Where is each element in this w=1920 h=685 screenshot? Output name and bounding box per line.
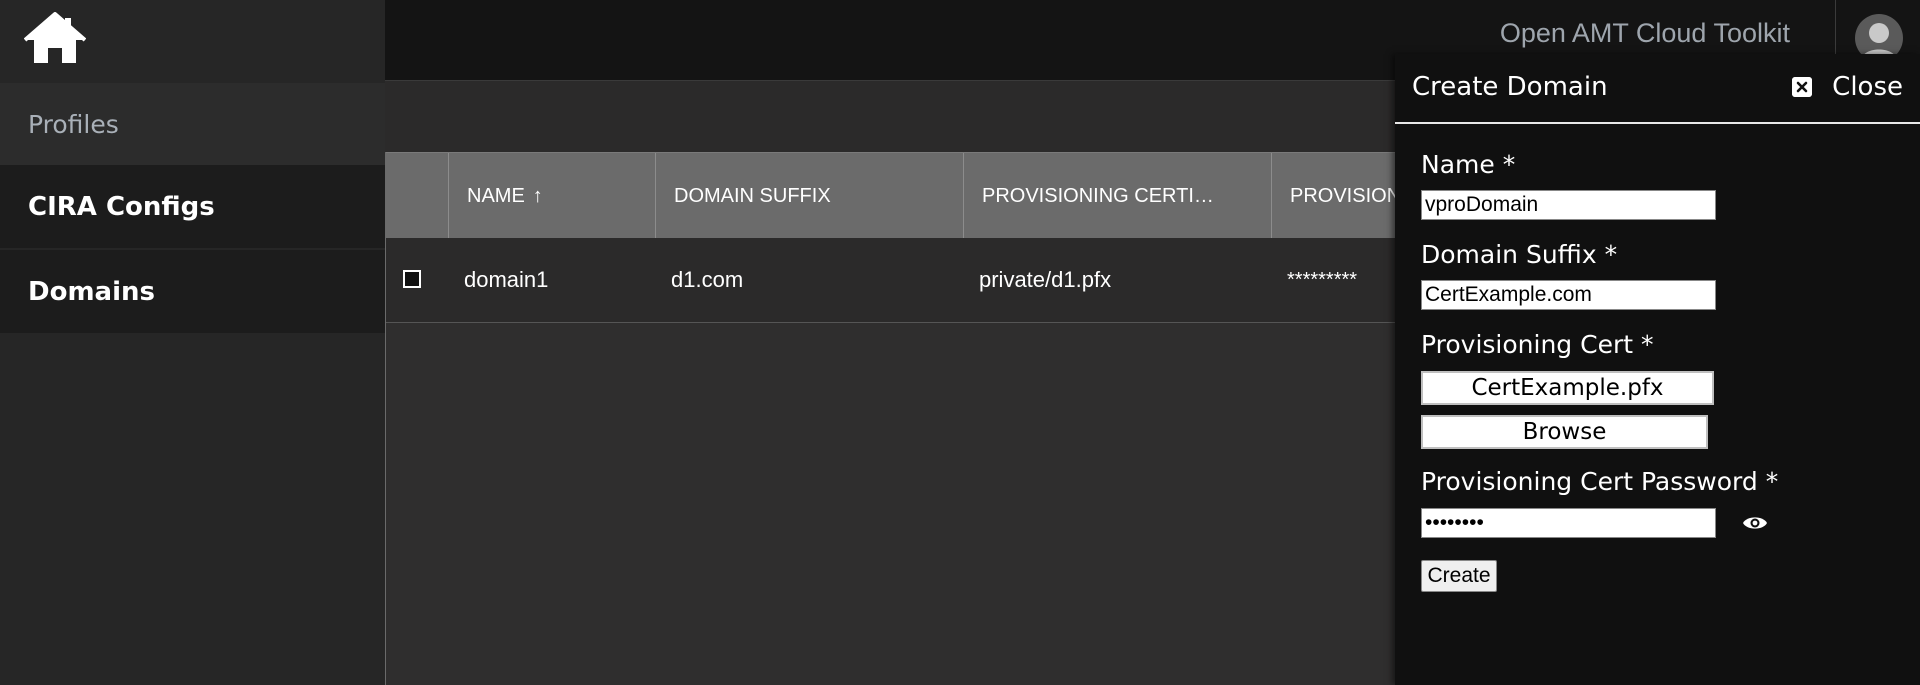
name-input[interactable] — [1421, 190, 1716, 220]
eye-icon[interactable] — [1742, 514, 1768, 532]
column-header-provisioning-password[interactable]: PROVISIONI — [1271, 153, 1411, 239]
sidebar-item-label: Domains — [28, 276, 155, 307]
cell-provisioning-password: ********* — [1287, 268, 1358, 291]
divider — [1835, 0, 1836, 55]
close-label: Close — [1832, 72, 1903, 102]
cell-domain-suffix: d1.com — [671, 267, 744, 292]
app-title: Open AMT Cloud Toolkit — [1499, 18, 1790, 48]
column-header-label: DOMAIN SUFFIX — [674, 184, 831, 207]
domain-suffix-input[interactable] — [1421, 280, 1716, 310]
sidebar-item-label: Profiles — [28, 110, 119, 139]
cell-name: domain1 — [464, 267, 549, 292]
provisioning-cert-label: Provisioning Cert * — [1421, 330, 1654, 359]
domain-suffix-label: Domain Suffix * — [1421, 240, 1618, 269]
sidebar-item-label: CIRA Configs — [28, 191, 215, 222]
name-label: Name * — [1421, 150, 1516, 179]
create-domain-drawer: Create Domain Close Name * Domain Suffix… — [1395, 54, 1920, 685]
home-icon[interactable] — [24, 12, 86, 66]
row-checkbox[interactable] — [403, 270, 421, 288]
select-column-header — [386, 153, 448, 239]
drawer-header: Create Domain Close — [1395, 54, 1920, 124]
create-button[interactable]: Create — [1421, 560, 1497, 592]
cell-provisioning-cert: private/d1.pfx — [979, 267, 1112, 292]
column-header-name[interactable]: NAME ↑ — [448, 153, 655, 239]
column-header-label: NAME — [467, 184, 525, 207]
close-button[interactable]: Close — [1792, 72, 1903, 102]
column-header-label: PROVISIONI — [1290, 184, 1407, 207]
provisioning-cert-file[interactable]: CertExample.pfx — [1421, 371, 1714, 405]
provisioning-cert-password-input[interactable] — [1421, 508, 1716, 538]
close-icon — [1792, 77, 1813, 97]
sidebar-item-profiles[interactable]: Profiles — [0, 83, 385, 166]
column-header-provisioning-cert[interactable]: PROVISIONING CERTI… — [963, 153, 1271, 239]
arrow-up-icon: ↑ — [532, 184, 543, 207]
sidebar-item-cira-configs[interactable]: CIRA Configs — [0, 165, 385, 248]
browse-button[interactable]: Browse — [1421, 415, 1708, 449]
sidebar-item-domains[interactable]: Domains — [0, 250, 385, 333]
column-header-domain-suffix[interactable]: DOMAIN SUFFIX — [655, 153, 963, 239]
provisioning-cert-password-label: Provisioning Cert Password * — [1421, 467, 1779, 496]
column-header-label: PROVISIONING CERTI… — [982, 184, 1214, 207]
drawer-title: Create Domain — [1412, 72, 1608, 102]
sidebar: Profiles CIRA Configs Domains — [0, 0, 385, 685]
